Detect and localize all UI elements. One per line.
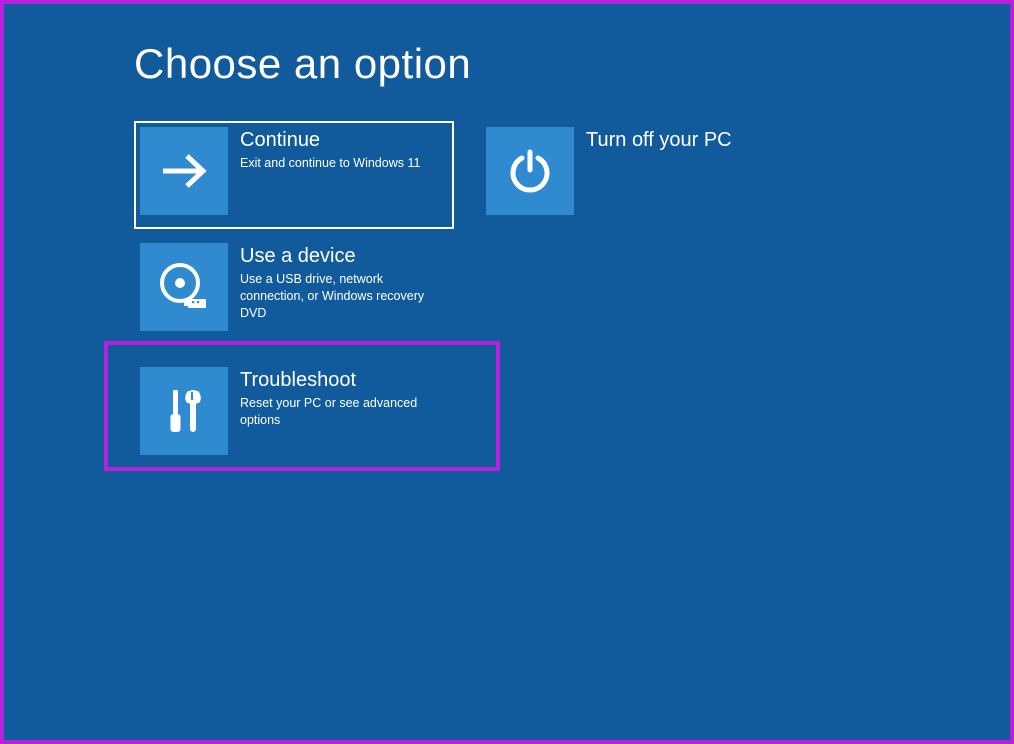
use-a-device-tile[interactable]: Use a device Use a USB drive, network co… (134, 237, 454, 345)
power-icon (486, 127, 574, 215)
page-title: Choose an option (134, 40, 471, 88)
troubleshoot-title: Troubleshoot (240, 369, 444, 391)
turnoff-text: Turn off your PC (586, 127, 736, 155)
continue-text: Continue Exit and continue to Windows 11 (240, 127, 424, 172)
troubleshoot-text: Troubleshoot Reset your PC or see advanc… (240, 367, 448, 429)
options-grid: Continue Exit and continue to Windows 11… (134, 121, 800, 461)
continue-desc: Exit and continue to Windows 11 (240, 155, 420, 172)
disc-usb-icon (140, 243, 228, 331)
troubleshoot-tile[interactable]: Troubleshoot Reset your PC or see advanc… (134, 361, 454, 461)
continue-tile[interactable]: Continue Exit and continue to Windows 11 (134, 121, 454, 229)
use-a-device-text: Use a device Use a USB drive, network co… (240, 243, 448, 322)
grid-spacer (480, 237, 800, 345)
turnoff-title: Turn off your PC (586, 129, 732, 151)
tools-icon (140, 367, 228, 455)
use-a-device-desc: Use a USB drive, network connection, or … (240, 271, 444, 322)
troubleshoot-desc: Reset your PC or see advanced options (240, 395, 444, 429)
arrow-right-icon (140, 127, 228, 215)
use-a-device-title: Use a device (240, 245, 444, 267)
continue-title: Continue (240, 129, 420, 151)
turnoff-tile[interactable]: Turn off your PC (480, 121, 800, 229)
